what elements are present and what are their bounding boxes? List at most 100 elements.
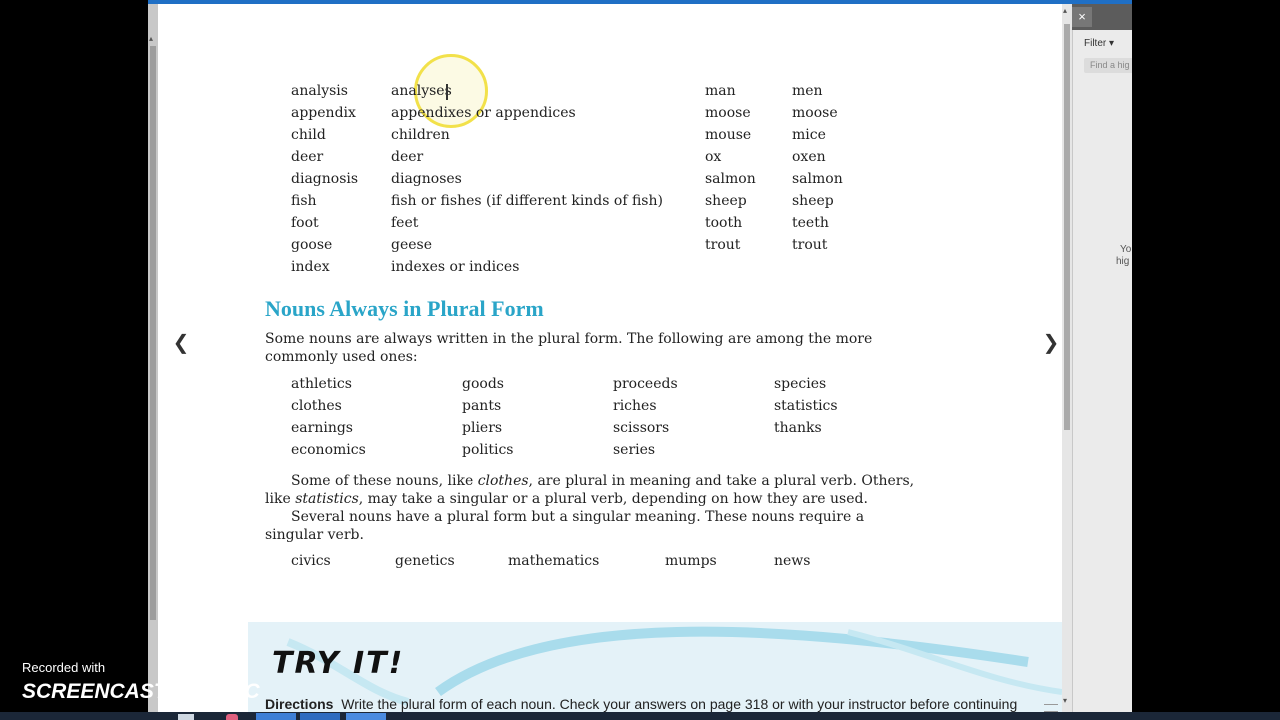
text-cursor-icon (446, 84, 448, 100)
drag-handle-icon[interactable] (1044, 704, 1058, 712)
taskbar-app-icon[interactable] (256, 713, 296, 720)
plural-word: appendixes or appendices (391, 105, 576, 121)
intro-text-line-1: Some nouns are always written in the plu… (265, 331, 873, 347)
plural-word: sheep (792, 193, 834, 209)
plural-noun: statistics (774, 398, 838, 414)
chevron-down-icon: ▾ (1109, 38, 1115, 49)
plural-word: salmon (792, 171, 843, 187)
plural-noun: riches (613, 398, 657, 414)
singular-meaning-noun: mathematics (508, 553, 600, 569)
document-page: analysis analyses appendix appendixes or… (158, 4, 1062, 712)
singular-meaning-noun: news (774, 553, 811, 569)
plural-noun: thanks (774, 420, 822, 436)
plural-word: children (391, 127, 450, 143)
taskbar-app-icon[interactable] (300, 713, 340, 720)
plural-word: oxen (792, 149, 826, 165)
directions-label: Directions (265, 696, 334, 712)
singular-word: ox (705, 149, 722, 165)
taskbar-app-icon[interactable] (346, 713, 386, 720)
previous-page-chevron-icon[interactable]: ❮ (168, 329, 194, 355)
emphasis: clothes (477, 473, 529, 489)
close-icon[interactable]: × (1072, 7, 1092, 27)
text-run: Some of these nouns, like (291, 473, 478, 489)
plural-noun: clothes (291, 398, 342, 414)
highlight-search-input[interactable]: Find a hig (1084, 58, 1132, 73)
try-it-exercise-box: TRY IT! Directions Write the plural form… (248, 622, 1062, 712)
singular-word: fish (291, 193, 317, 209)
plural-word: teeth (792, 215, 829, 231)
record-circle-icon (168, 678, 193, 702)
empty-state-text: Yo (1120, 244, 1132, 255)
plural-noun: proceeds (613, 376, 678, 392)
side-panel-header: × (1072, 4, 1132, 30)
plural-word: diagnoses (391, 171, 462, 187)
scroll-down-arrow-icon[interactable]: ▾ (1063, 696, 1067, 705)
singular-word: moose (705, 105, 751, 121)
logo-text: SCREENCAST (22, 680, 167, 703)
plural-word: mice (792, 127, 826, 143)
scroll-up-arrow-icon[interactable]: ▴ (1063, 6, 1067, 15)
plural-noun: species (774, 376, 827, 392)
plural-noun: pants (462, 398, 502, 414)
plural-noun: earnings (291, 420, 353, 436)
paragraph-2-line-2: singular verb. (265, 527, 364, 543)
singular-meaning-noun: mumps (665, 553, 717, 569)
plural-noun: series (613, 442, 656, 458)
plural-word: moose (792, 105, 838, 121)
singular-word: man (705, 83, 736, 99)
plural-word: analyses (391, 83, 452, 99)
singular-word: appendix (291, 105, 356, 121)
emphasis: statistics (295, 491, 359, 507)
left-scrollbar-thumb[interactable] (150, 46, 156, 620)
screencast-logo: SCREENCAST MATIC (22, 678, 260, 704)
singular-word: sheep (705, 193, 747, 209)
taskbar-app-icon[interactable] (178, 714, 194, 720)
side-panel-divider (1072, 30, 1073, 712)
singular-word: child (291, 127, 326, 143)
singular-word: salmon (705, 171, 756, 187)
singular-word: tooth (705, 215, 743, 231)
next-page-chevron-icon[interactable]: ❯ (1038, 329, 1062, 355)
singular-word: diagnosis (291, 171, 359, 187)
text-run: , may take a singular or a plural verb, … (358, 491, 868, 507)
plural-noun: pliers (462, 420, 503, 436)
plural-word: geese (391, 237, 433, 253)
singular-word: trout (705, 237, 741, 253)
try-it-title: TRY IT! (272, 646, 405, 681)
taskbar-app-icon[interactable] (226, 714, 238, 720)
document-scrollbar-thumb[interactable] (1064, 24, 1070, 430)
singular-word: deer (291, 149, 324, 165)
section-heading: Nouns Always in Plural Form (265, 296, 544, 321)
paragraph-2-line-1: Several nouns have a plural form but a s… (291, 509, 865, 525)
pdf-viewer-window: ▴ analysis analyses appendix appendixes … (148, 0, 1132, 712)
singular-meaning-noun: genetics (395, 553, 455, 569)
plural-word: feet (391, 215, 419, 231)
text-run: , are plural in meaning and take a plura… (528, 473, 915, 489)
left-scrollbar[interactable]: ▴ (148, 4, 158, 712)
plural-noun: goods (462, 376, 504, 392)
recorded-with-text: Recorded with (22, 660, 106, 675)
filter-dropdown[interactable]: Filter ▾ (1084, 38, 1114, 49)
scroll-up-arrow-icon[interactable]: ▴ (149, 34, 153, 43)
directions-text: Write the plural form of each noun. Chec… (341, 696, 1018, 712)
plural-word: indexes or indices (391, 259, 520, 275)
singular-meaning-noun: civics (291, 553, 331, 569)
plural-word: fish or fishes (if different kinds of fi… (391, 193, 663, 209)
text-run: like (265, 491, 296, 507)
plural-noun: politics (462, 442, 514, 458)
intro-text-line-2: commonly used ones: (265, 349, 418, 365)
logo-text: MATIC (194, 680, 260, 703)
plural-noun: scissors (613, 420, 670, 436)
highlights-side-panel: × Filter ▾ Find a hig Yo hig (1072, 4, 1132, 712)
plural-word: deer (391, 149, 424, 165)
filter-label: Filter (1084, 38, 1107, 49)
plural-word: men (792, 83, 823, 99)
try-it-directions: Directions Write the plural form of each… (265, 696, 1017, 712)
plural-noun: economics (291, 442, 366, 458)
singular-word: index (291, 259, 330, 275)
plural-noun: athletics (291, 376, 352, 392)
singular-word: mouse (705, 127, 752, 143)
document-scrollbar[interactable]: ▴ ▾ (1062, 4, 1072, 712)
paragraph-1-line-2: like statistics, may take a singular or … (265, 490, 868, 508)
plural-word: trout (792, 237, 828, 253)
